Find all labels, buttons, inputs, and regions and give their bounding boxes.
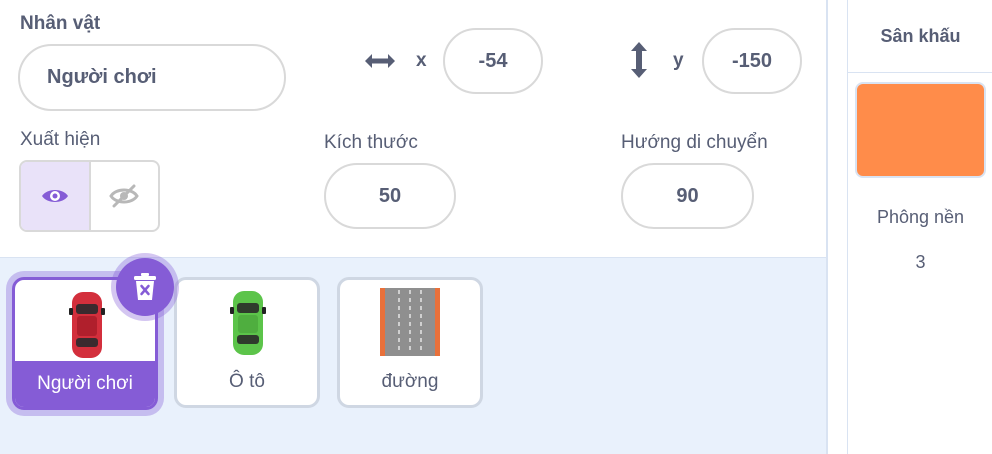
hide-button[interactable]	[91, 162, 159, 230]
sprite-name-label: Nhân vật	[20, 13, 101, 34]
direction-input[interactable]: 90	[621, 163, 754, 229]
stage-thumbnail[interactable]	[855, 82, 986, 178]
y-label: y	[673, 50, 684, 71]
direction-label: Hướng di chuyển	[621, 132, 768, 153]
sprite-tile-label: đường	[381, 371, 439, 392]
size-label: Kích thước	[324, 132, 418, 153]
stage-panel: Sân khấu Phông nền 3	[847, 0, 992, 454]
x-position-input[interactable]: -54	[443, 28, 543, 94]
green-car-icon	[230, 291, 266, 355]
eye-icon	[41, 190, 68, 202]
sprite-tile-car[interactable]: Ô tô	[174, 277, 320, 408]
sprite-info-panel: Nhân vật Người chơi x -54 y -150 Xuất hi…	[0, 0, 826, 258]
show-button[interactable]	[21, 162, 91, 230]
road-icon	[380, 288, 440, 356]
vertical-arrow-icon	[631, 42, 647, 78]
sprite-tile-label: Người chơi	[15, 361, 155, 407]
delete-sprite-button[interactable]	[116, 258, 174, 316]
visibility-toggle	[19, 160, 160, 232]
show-label: Xuất hiện	[20, 129, 101, 150]
y-position-input[interactable]: -150	[702, 28, 802, 94]
stage-title: Sân khấu	[848, 0, 992, 73]
eye-slash-icon	[109, 184, 140, 208]
red-car-icon	[69, 292, 105, 358]
backdrop-count: 3	[915, 252, 926, 272]
panel-divider	[826, 0, 828, 454]
size-input[interactable]: 50	[324, 163, 456, 229]
horizontal-arrow-icon	[365, 54, 395, 68]
trash-icon	[134, 273, 156, 300]
sprite-tile-road[interactable]: đường	[337, 277, 483, 408]
backdrop-label: Phông nền	[876, 207, 965, 227]
sprite-name-input[interactable]: Người chơi	[18, 44, 286, 111]
x-label: x	[416, 50, 427, 71]
sprite-tile-label: Ô tô	[229, 371, 265, 392]
